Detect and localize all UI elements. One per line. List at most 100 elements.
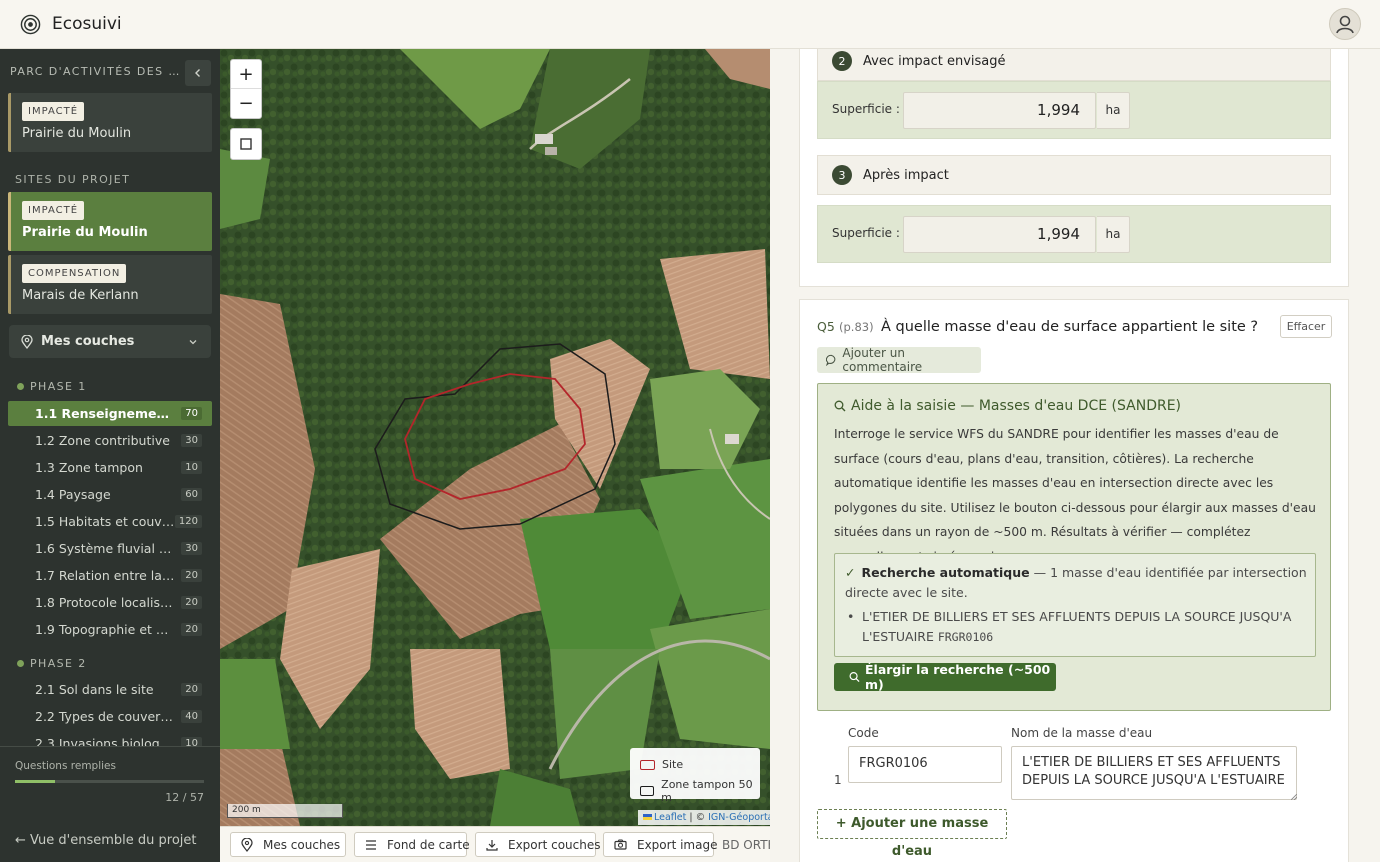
legend-buffer: Zone tampon 50 m: [640, 778, 760, 804]
question-count: 20: [181, 623, 202, 636]
phase-label-text: PHASE 1: [30, 380, 87, 393]
project-overview-link[interactable]: ← Vue d'ensemble du projet: [15, 833, 197, 848]
step-number: 3: [832, 165, 852, 185]
ecosuivi-logo-icon: [20, 14, 41, 34]
step-3-header: 3 Après impact: [817, 155, 1331, 195]
code-column-header: Code: [848, 726, 879, 740]
question-item-1-5[interactable]: 1.5 Habitats et couverts végétaux120: [8, 509, 212, 534]
water-body-code-input[interactable]: FRGR0106: [848, 746, 1002, 783]
site-status-badge: IMPACTÉ: [22, 102, 85, 121]
user-avatar[interactable]: [1329, 8, 1361, 40]
phase-dot: [17, 383, 24, 390]
question-item-1-7[interactable]: 1.7 Relation entre la masse d'eau 20: [8, 563, 212, 588]
question-item-1-2[interactable]: 1.2 Zone contributive 30: [8, 428, 212, 453]
question-page-ref: (p.83): [839, 320, 874, 334]
resize-handle-icon[interactable]: [1291, 794, 1297, 800]
zoom-out-button[interactable]: −: [231, 89, 261, 118]
minus-icon: −: [238, 93, 254, 114]
progress-section: Questions remplies 12 / 57 ← Vue d'ensem…: [0, 746, 220, 862]
surface-label: Superficie :: [832, 226, 900, 240]
export-image-button[interactable]: Export image: [603, 832, 717, 857]
water-body-name: L'ETIER DE BILLIERS ET SES AFFLUENTS DEP…: [862, 609, 1292, 644]
question-label: 1.8 Protocole localisation: [35, 595, 175, 610]
row-index: 1: [834, 773, 842, 787]
my-layers-button[interactable]: Mes couches: [230, 832, 346, 857]
question-count: 20: [181, 596, 202, 609]
layers-dropdown[interactable]: Mes couches: [9, 325, 211, 358]
sidebar: PARC D'ACTIVITÉS DES LANDES IMPACTÉ Prai…: [0, 49, 220, 862]
question-number: Q5: [817, 319, 835, 334]
camera-icon: [614, 839, 627, 850]
widen-search-button[interactable]: Élargir la recherche (~500 m): [834, 662, 1056, 692]
question-item-1-6[interactable]: 1.6 Système fluvial associé 30: [8, 536, 212, 561]
bullet-icon: •: [847, 609, 855, 624]
ign-link[interactable]: IGN-Géoportail: [708, 812, 770, 823]
question-count: 20: [181, 569, 202, 582]
basemap-button[interactable]: Fond de carte: [354, 832, 470, 857]
site-card-prairie-du-moulin[interactable]: IMPACTÉ Prairie du Moulin: [8, 192, 212, 251]
question-item-2-1[interactable]: 2.1 Sol dans le site 20: [8, 677, 212, 702]
surface-label: Superficie :: [832, 102, 900, 116]
surface-card: 2 Avec impact envisagé Superficie : 1,99…: [799, 49, 1349, 287]
water-body-name-textarea[interactable]: L'ETIER DE BILLIERS ET SES AFFLUENTS DEP…: [1011, 746, 1297, 800]
add-water-body-button[interactable]: + Ajouter une masse d'eau: [817, 809, 1007, 859]
question-title: À quelle masse d'eau de surface appartie…: [881, 319, 1259, 335]
question-count: 20: [181, 683, 202, 696]
zoom-control: + −: [230, 59, 262, 119]
legend-label: Site: [662, 758, 684, 771]
surface-input-step-2[interactable]: 1,994: [903, 92, 1096, 129]
question-count: 60: [181, 488, 202, 501]
question-item-1-8[interactable]: 1.8 Protocole localisation 20: [8, 590, 212, 615]
question-count: 120: [174, 515, 202, 528]
legend-swatch-site: [640, 759, 655, 770]
clear-answer-button[interactable]: Effacer: [1280, 315, 1332, 338]
surface-input-step-3[interactable]: 1,994: [903, 216, 1096, 253]
export-layers-button[interactable]: Export couches: [475, 832, 600, 857]
help-title: Aide à la saisie — Masses d'eau DCE (SAN…: [834, 398, 1181, 414]
site-card-marais-de-kerlann[interactable]: COMPENSATION Marais de Kerlann: [8, 255, 212, 314]
map-view[interactable]: + − Site Zone tampon 50 m 200 m Leaflet …: [220, 49, 770, 826]
phase-label-text: PHASE 2: [30, 657, 87, 670]
site-name: Marais de Kerlann: [22, 288, 139, 303]
question-label: 2.2 Types de couverts végétaux: [35, 709, 175, 724]
chevron-down-icon: [189, 339, 197, 344]
question-item-1-3[interactable]: 1.3 Zone tampon 10: [8, 455, 212, 480]
draw-rectangle-button[interactable]: [230, 128, 262, 160]
progress-bar: [15, 780, 204, 783]
leaflet-link-text: Leaflet: [654, 812, 687, 823]
question-item-2-2[interactable]: 2.2 Types de couverts végétaux 40: [8, 704, 212, 729]
help-description: Interroge le service WFS du SANDRE pour …: [834, 427, 1316, 564]
question-q5-card: Q5 (p.83) À quelle masse d'eau de surfac…: [799, 299, 1349, 862]
legend-site: Site: [640, 758, 683, 771]
phase-1-label: PHASE 1: [17, 380, 87, 393]
attribution-separator: | ©: [686, 812, 709, 823]
current-site-card[interactable]: IMPACTÉ Prairie du Moulin: [8, 93, 212, 152]
question-label: 1.6 Système fluvial associé: [35, 541, 175, 556]
leaflet-link[interactable]: Leaflet: [643, 812, 686, 823]
auto-search-result: ✓ Recherche automatique — 1 masse d'eau i…: [834, 553, 1316, 657]
surface-unit: ha: [1097, 92, 1130, 129]
question-item-1-9[interactable]: 1.9 Topographie et climat 20: [8, 617, 212, 642]
progress-label: Questions remplies: [15, 760, 116, 772]
layers-dropdown-label: Mes couches: [41, 334, 135, 349]
app-title: Ecosuivi: [52, 14, 122, 34]
map-toolbar: Mes couches Fond de carte Export couches…: [220, 826, 770, 862]
chevron-left-icon: [195, 69, 200, 77]
comment-icon: [826, 354, 836, 366]
zoom-in-button[interactable]: +: [231, 60, 261, 89]
top-bar: Ecosuivi: [0, 0, 1380, 49]
map-attribution: Leaflet | © IGN-Géoportail: [638, 810, 770, 825]
search-icon: [849, 672, 860, 683]
button-label: Mes couches: [263, 837, 341, 852]
question-item-1-4[interactable]: 1.4 Paysage 60: [8, 482, 212, 507]
question-item-1-1[interactable]: 1.1 Renseignements généraux 70: [8, 401, 212, 426]
input-help-box: Aide à la saisie — Masses d'eau DCE (SAN…: [817, 383, 1331, 711]
plus-icon: +: [238, 63, 254, 85]
collapse-sidebar-button[interactable]: [185, 60, 211, 86]
question-label: 1.3 Zone tampon: [35, 460, 143, 475]
button-label: Élargir la recherche (~500 m): [865, 662, 1051, 692]
map-legend: Site Zone tampon 50 m: [630, 748, 760, 804]
button-label: Export couches: [508, 837, 601, 852]
add-comment-button[interactable]: Ajouter un commentaire: [817, 346, 981, 374]
search-icon: [834, 400, 846, 412]
